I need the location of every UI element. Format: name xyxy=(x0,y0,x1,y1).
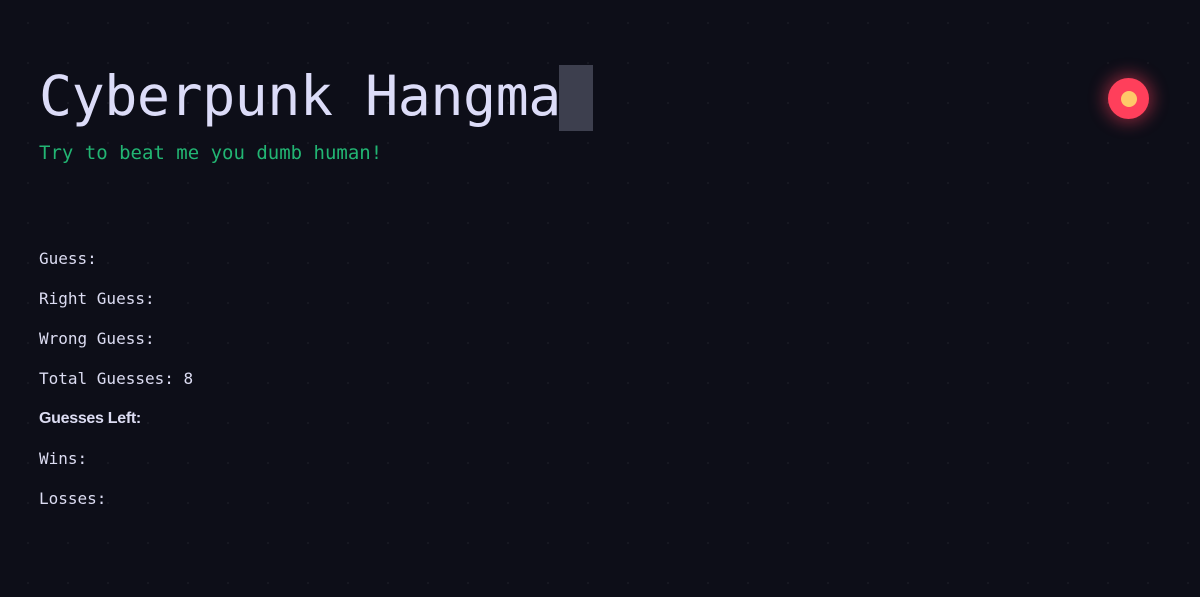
stat-total-guesses-label: Total Guesses: xyxy=(39,369,174,388)
stat-wins-label: Wins: xyxy=(39,449,87,468)
stat-guesses-left: Guesses Left: xyxy=(39,408,193,448)
stat-wrong-guess: Wrong Guess: xyxy=(39,328,193,368)
text-cursor xyxy=(559,65,593,131)
stat-right-guess-label: Right Guess: xyxy=(39,289,155,308)
page-title: Cyberpunk Hangman xyxy=(39,62,593,130)
stat-right-guess: Right Guess: xyxy=(39,288,193,328)
stat-guesses-left-label: Guesses Left: xyxy=(39,410,141,427)
stat-guess-label: Guess: xyxy=(39,249,97,268)
stat-guess: Guess: xyxy=(39,248,193,288)
stats-panel: Guess: Right Guess: Wrong Guess: Total G… xyxy=(39,248,193,528)
stat-total-guesses-value: 8 xyxy=(184,369,194,388)
stat-wrong-guess-label: Wrong Guess: xyxy=(39,329,155,348)
stat-losses-label: Losses: xyxy=(39,489,106,508)
page-subtitle: Try to beat me you dumb human! xyxy=(39,141,382,165)
title-wrap: Cyberpunk Hangman xyxy=(39,62,593,130)
status-indicator-dot xyxy=(1121,91,1137,107)
stat-total-guesses: Total Guesses: 8 xyxy=(39,368,193,408)
stat-losses: Losses: xyxy=(39,488,193,528)
stat-wins: Wins: xyxy=(39,448,193,488)
status-indicator xyxy=(1108,78,1149,119)
